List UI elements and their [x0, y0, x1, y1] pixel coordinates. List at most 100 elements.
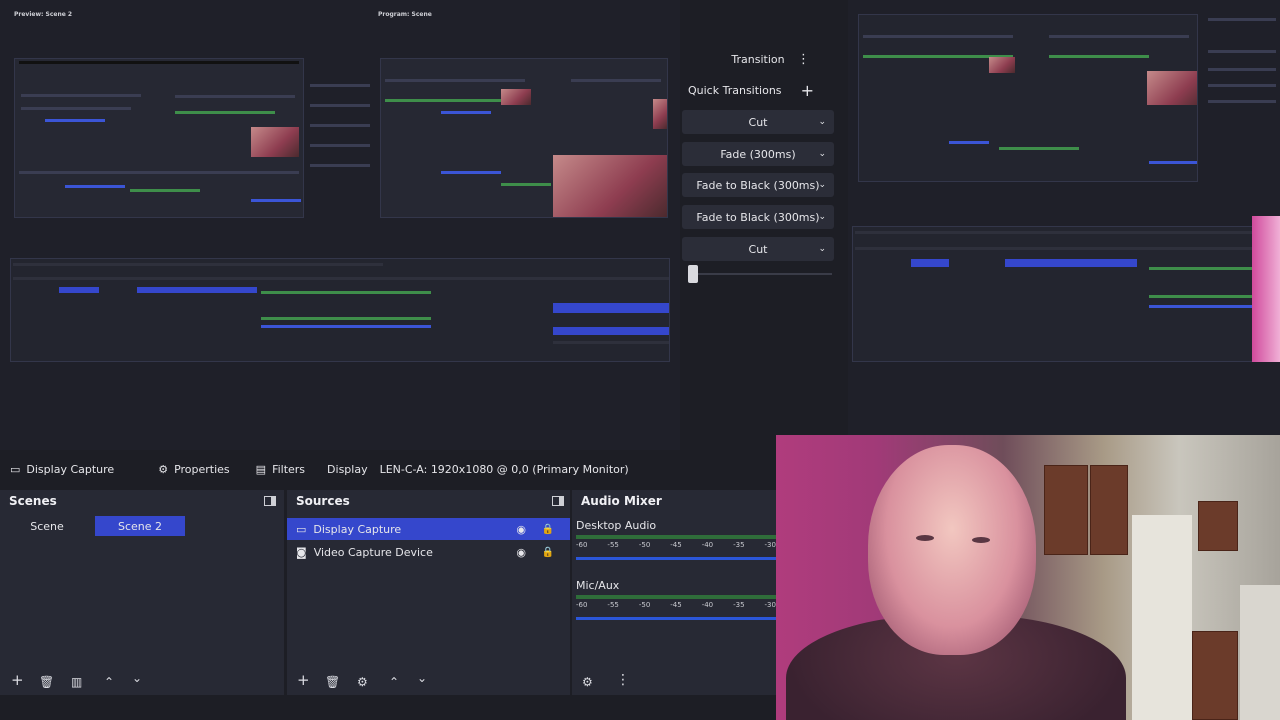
mixer-channel-name: Desktop Audio — [576, 519, 657, 532]
nested-program-screen — [380, 58, 668, 218]
kitchen-cabinet — [1090, 465, 1128, 555]
meter-tick: -30 — [764, 601, 776, 609]
display-label: Display — [327, 463, 368, 476]
quick-transition-label: Fade (300ms) — [720, 147, 796, 161]
volume-meter — [576, 595, 776, 599]
gear-icon[interactable]: ⚙ — [582, 675, 593, 689]
meter-tick: -50 — [638, 601, 651, 609]
audio-mixer-dock: Audio Mixer Desktop Audio -60 -55 -50 -4… — [572, 490, 780, 695]
quick-transition-label: Fade to Black (300ms) — [696, 178, 820, 192]
audio-mixer-title: Audio Mixer — [581, 494, 662, 508]
source-item[interactable]: ◙ Video Capture Device ◉ 🔒 — [287, 541, 570, 563]
sources-dock: Sources ▭ Display Capture ◉ 🔒 ◙ Video Ca… — [287, 490, 570, 695]
volume-slider[interactable] — [576, 557, 776, 560]
quick-transition-2[interactable]: Fade (300ms) ⌄ — [682, 142, 834, 166]
kitchen-cabinet — [1192, 631, 1238, 720]
quick-transition-label: Cut — [748, 242, 768, 256]
transition-label: Transition — [731, 52, 785, 66]
lock-icon[interactable]: 🔒 — [542, 547, 554, 558]
eye-icon[interactable]: ◉ — [516, 546, 526, 559]
meter-tick: -35 — [733, 541, 745, 549]
meter-tick: -45 — [670, 601, 682, 609]
kitchen-cabinet — [1044, 465, 1088, 555]
plus-icon[interactable]: + — [801, 81, 814, 100]
quick-transition-5[interactable]: Cut ⌄ — [682, 237, 834, 261]
meter-ticks: -60 -55 -50 -45 -40 -35 -30 — [576, 601, 776, 609]
kitchen-cabinet — [1198, 501, 1238, 551]
chevron-down-icon[interactable]: ⌄ — [818, 244, 826, 254]
transition-slider-track[interactable] — [690, 273, 832, 275]
person-head — [868, 445, 1036, 655]
meter-tick: -55 — [607, 541, 619, 549]
source-name: ▭ Display Capture — [10, 463, 114, 476]
nested-transitions — [1204, 14, 1280, 124]
filter-icon[interactable]: ▥ — [71, 675, 82, 689]
meter-tick: -40 — [701, 601, 714, 609]
filter-icon: ▤ — [255, 462, 267, 476]
person-eye — [972, 537, 990, 543]
chevron-down-icon[interactable]: ⌄ — [818, 212, 826, 222]
volume-slider[interactable] — [576, 617, 776, 620]
refrigerator — [1132, 515, 1192, 720]
chevron-down-icon[interactable]: ⌄ — [417, 671, 427, 685]
scenes-dock: Scenes Scene Scene 2 + 🗑 ▥ ⌃ ⌄ — [0, 490, 284, 695]
plus-icon[interactable]: + — [11, 671, 24, 689]
properties-button[interactable]: ⚙ Properties — [158, 463, 229, 476]
nested-transition-panel — [308, 80, 374, 190]
monitor-icon: ▭ — [10, 462, 21, 476]
gear-icon[interactable]: ⚙ — [357, 675, 368, 689]
nested-docks — [10, 258, 670, 362]
meter-tick: -40 — [701, 541, 714, 549]
chevron-down-icon[interactable]: ⌄ — [132, 671, 142, 685]
transition-slider-handle[interactable] — [688, 265, 698, 283]
plus-icon[interactable]: + — [297, 671, 310, 689]
chevron-down-icon[interactable]: ⌄ — [818, 117, 826, 127]
kebab-icon[interactable]: ⋮ — [616, 672, 630, 688]
meter-tick: -45 — [670, 541, 682, 549]
scene-item[interactable]: Scene — [0, 516, 94, 536]
program-label: Program: Scene — [378, 11, 432, 18]
meter-ticks: -60 -55 -50 -45 -40 -35 -30 — [576, 541, 776, 549]
display-label-text: Display — [327, 462, 368, 476]
meter-tick: -50 — [638, 541, 651, 549]
kebab-icon[interactable]: ⋮ — [797, 52, 810, 67]
person-eye — [916, 535, 934, 541]
meter-tick: -30 — [764, 541, 776, 549]
undock-icon[interactable] — [552, 496, 564, 506]
filters-button[interactable]: ▤ Filters — [256, 463, 305, 476]
volume-meter — [576, 535, 776, 539]
source-item-selected[interactable]: ▭ Display Capture ◉ 🔒 — [287, 518, 570, 540]
chevron-up-icon[interactable]: ⌃ — [104, 675, 114, 689]
filters-label: Filters — [272, 462, 306, 476]
chevron-down-icon[interactable]: ⌄ — [818, 149, 826, 159]
source-item-label: Display Capture — [313, 522, 402, 536]
meter-tick: -35 — [733, 601, 745, 609]
scenes-title: Scenes — [9, 494, 57, 508]
mixer-channel-name: Mic/Aux — [576, 579, 620, 592]
lock-icon[interactable]: 🔒 — [542, 524, 554, 535]
quick-transition-4[interactable]: Fade to Black (300ms) ⌄ — [682, 205, 834, 229]
chevron-up-icon[interactable]: ⌃ — [389, 675, 399, 689]
quick-transition-label: Fade to Black (300ms) — [696, 210, 820, 224]
eye-icon[interactable]: ◉ — [516, 523, 526, 536]
nested-preview-screen — [14, 58, 304, 218]
program-area — [848, 0, 1280, 450]
stove — [1240, 585, 1280, 720]
quick-transitions-header: Quick Transitions + — [682, 78, 834, 102]
undock-icon[interactable] — [264, 496, 276, 506]
display-select[interactable]: LEN-C-A: 1920x1080 @ 0,0 (Primary Monito… — [380, 463, 629, 476]
trash-icon[interactable]: 🗑 — [325, 675, 340, 689]
quick-transition-1[interactable]: Cut ⌄ — [682, 110, 834, 134]
properties-label: Properties — [174, 462, 230, 476]
preview-area: Preview: Scene 2 Program: Scene — [0, 0, 680, 450]
scene-item-label: Scene — [30, 519, 64, 533]
scene-item-selected[interactable]: Scene 2 — [95, 516, 185, 536]
transition-button[interactable]: Transition ⋮ — [682, 47, 834, 71]
quick-transition-3[interactable]: Fade to Black (300ms) ⌄ — [682, 173, 834, 197]
preview-label: Preview: Scene 2 — [14, 11, 73, 18]
trash-icon[interactable]: 🗑 — [39, 675, 54, 689]
transition-panel: Transition ⋮ Quick Transitions + Cut ⌄ F… — [682, 40, 842, 300]
nested-program-preview — [858, 14, 1198, 182]
chevron-down-icon[interactable]: ⌄ — [818, 180, 826, 190]
quick-transition-label: Cut — [748, 115, 768, 129]
